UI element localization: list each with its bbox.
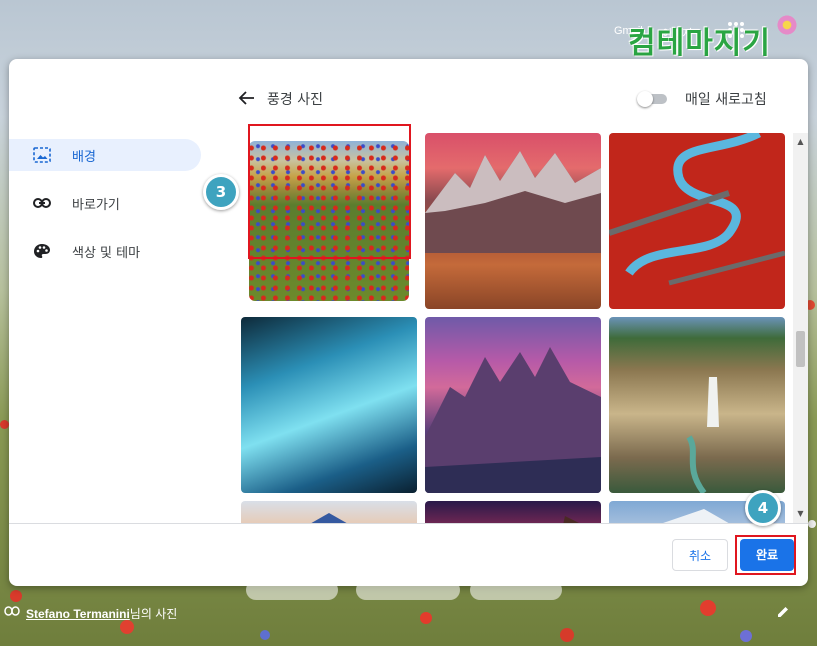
step-badge-3: 3 bbox=[203, 174, 239, 210]
photo-tile-red-wetland-boardwalk[interactable] bbox=[609, 133, 785, 309]
page-title: 풍경 사진 bbox=[267, 92, 323, 108]
link-icon bbox=[33, 198, 51, 208]
bottom-shortcut-pill bbox=[356, 580, 460, 600]
sidebar: 배경 바로가기 색상 및 테마 bbox=[9, 59, 235, 523]
done-button[interactable]: 완료 bbox=[740, 539, 794, 571]
photo-tile-pink-sky-rocks[interactable] bbox=[425, 501, 601, 523]
palette-icon bbox=[34, 244, 50, 258]
back-button[interactable] bbox=[238, 89, 258, 109]
photo-tile-torres-del-paine[interactable] bbox=[425, 317, 601, 493]
photo-tile-yellowstone-canyon[interactable] bbox=[609, 317, 785, 493]
cancel-button[interactable]: 취소 bbox=[672, 539, 728, 571]
photo-tile-poppy-field[interactable] bbox=[241, 133, 417, 309]
scroll-up-icon[interactable]: ▲ bbox=[793, 135, 808, 149]
sidebar-item-label: 배경 bbox=[72, 150, 96, 165]
top-bar: Gmail 이미지 컴테마지기 bbox=[0, 0, 817, 61]
step-badge-4: 4 bbox=[745, 490, 781, 526]
photo-tile-ice-cave[interactable] bbox=[241, 317, 417, 493]
scroll-down-icon[interactable]: ▼ bbox=[793, 507, 808, 521]
sidebar-item-shortcuts[interactable]: 바로가기 bbox=[9, 187, 201, 219]
photo-grid bbox=[241, 133, 793, 523]
footer-divider bbox=[9, 523, 808, 524]
sidebar-item-color-theme[interactable]: 색상 및 테마 bbox=[9, 235, 201, 267]
photo-credit[interactable]: Stefano Termanini님의 사진 bbox=[26, 605, 177, 622]
image-icon bbox=[33, 147, 51, 163]
photo-credit-suffix: 님의 사진 bbox=[129, 607, 178, 621]
arrow-left-icon bbox=[238, 91, 254, 105]
link-icon bbox=[4, 606, 20, 616]
scrollbar-thumb[interactable] bbox=[796, 331, 805, 367]
photo-tile-red-rock-spires[interactable] bbox=[425, 133, 601, 309]
customize-dialog: 배경 바로가기 색상 및 테마 풍경 사진 매일 새로고침 ▲ ▼ 취소 완료 bbox=[9, 59, 808, 586]
daily-refresh-label: 매일 새로고침 bbox=[685, 92, 767, 108]
bottom-shortcut-pill bbox=[470, 580, 562, 600]
sidebar-item-label: 색상 및 테마 bbox=[72, 246, 141, 261]
sidebar-item-background[interactable]: 배경 bbox=[9, 139, 201, 171]
sidebar-item-label: 바로가기 bbox=[72, 198, 120, 213]
grid-scrollbar[interactable]: ▲ ▼ bbox=[793, 133, 808, 523]
photo-author-link[interactable]: Stefano Termanini bbox=[26, 607, 130, 621]
photo-tile-mount-fuji-sunrise[interactable] bbox=[241, 501, 417, 523]
pencil-icon[interactable] bbox=[776, 605, 790, 619]
daily-refresh-toggle[interactable] bbox=[637, 91, 669, 107]
bottom-shortcut-pill bbox=[246, 580, 338, 600]
flower-icon bbox=[776, 14, 798, 36]
watermark-logo: 컴테마지기 bbox=[628, 26, 771, 61]
